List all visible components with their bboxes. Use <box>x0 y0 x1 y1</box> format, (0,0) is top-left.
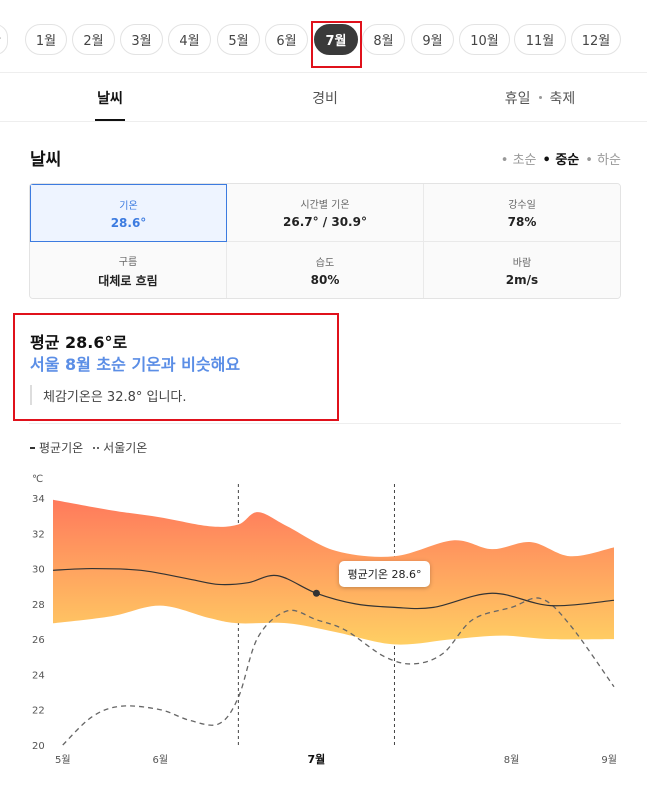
separator-dot-icon <box>538 96 542 99</box>
stat-value: 26.7° / 30.9° <box>283 215 367 229</box>
tab-holiday-festival[interactable]: 휴일 축제 <box>490 73 590 122</box>
x-tick-label: 8월 <box>504 754 520 766</box>
feels-like-text: 체감기온은 32.8° 입니다. <box>30 385 187 405</box>
month-chip-10[interactable]: 10월 <box>459 24 510 55</box>
period-early-label: 초순 <box>512 153 537 168</box>
temperature-chart: ℃ 34 32 30 28 26 24 22 20 5월 6월 7월 8월 9월 <box>32 474 617 766</box>
y-tick-label: 28 <box>32 600 45 611</box>
period-late-label: 하순 <box>597 153 621 168</box>
chart-legend: 평균기온 서울기온 <box>30 439 147 456</box>
month-selector: 간 1월 2월 3월 4월 5월 6월 7월 8월 9월 10월 11월 12월 <box>0 0 647 73</box>
stat-label: 습도 <box>315 258 335 269</box>
tab-cost[interactable]: 경비 <box>295 73 355 122</box>
average-temperature-tooltip: 평균기온 28.6° <box>339 561 430 587</box>
month-chip-2[interactable]: 2월 <box>72 24 115 55</box>
month-chip-6[interactable]: 6월 <box>265 24 308 55</box>
x-tick-label: 9월 <box>601 754 617 766</box>
comparison-text: 서울 8월 초순 기온과 비슷해요 <box>30 355 241 374</box>
tab-bar: 날씨 경비 휴일 축제 <box>0 73 647 122</box>
stat-temperature[interactable]: 기온 28.6° <box>30 184 227 242</box>
solid-line-icon <box>30 446 35 449</box>
month-chip-3[interactable]: 3월 <box>120 24 163 55</box>
section-divider <box>29 423 621 424</box>
stat-value: 대체로 흐림 <box>98 273 158 288</box>
stat-wind[interactable]: 바람 2m/s <box>424 242 620 298</box>
y-tick-label: 34 <box>32 494 45 505</box>
temperature-range-band <box>53 499 614 645</box>
tab-festival-label: 축제 <box>549 90 576 107</box>
month-chip-7[interactable]: 7월 <box>314 24 358 55</box>
y-tick-label: 30 <box>32 565 45 576</box>
y-tick-label: 20 <box>32 741 45 752</box>
stat-humidity[interactable]: 습도 80% <box>227 242 424 298</box>
stat-value: 80% <box>310 273 340 287</box>
y-tick-label: 24 <box>32 670 45 681</box>
legend-average-label: 평균기온 <box>39 441 84 455</box>
month-chip-5[interactable]: 5월 <box>217 24 260 55</box>
y-tick-label: 22 <box>32 706 45 717</box>
y-tick-label: 26 <box>32 635 45 646</box>
stat-clouds[interactable]: 구름 대체로 흐림 <box>30 242 227 298</box>
legend-seoul-label: 서울기온 <box>103 441 148 455</box>
tab-weather[interactable]: 날씨 <box>80 73 140 122</box>
tab-holiday-label: 휴일 <box>504 90 531 107</box>
average-temperature-text: 평균 28.6°로 <box>30 333 128 352</box>
stat-value: 28.6° <box>110 215 147 230</box>
month-chip-12[interactable]: 12월 <box>571 24 621 55</box>
stat-value: 2m/s <box>505 273 539 287</box>
y-axis-unit: ℃ <box>32 474 43 485</box>
period-early[interactable]: • 초순 <box>501 149 537 168</box>
period-mid-label: 중순 <box>555 153 580 168</box>
y-tick-label: 32 <box>32 529 45 540</box>
month-chip-prev-partial[interactable]: 간 <box>0 24 8 55</box>
highlight-point-marker <box>312 589 320 597</box>
month-chip-1[interactable]: 1월 <box>25 24 67 55</box>
stat-label: 강수일 <box>508 200 536 211</box>
stat-label: 시간별 기온 <box>300 200 350 211</box>
x-tick-label: 7월 <box>308 752 326 766</box>
month-chip-11[interactable]: 11월 <box>514 24 566 55</box>
month-chip-9[interactable]: 9월 <box>411 24 454 55</box>
month-chip-8[interactable]: 8월 <box>362 24 405 55</box>
legend-average: 평균기온 <box>30 439 83 456</box>
dashed-line-icon <box>93 446 100 449</box>
stat-label: 구름 <box>118 256 138 268</box>
tab-active-underline <box>95 119 125 121</box>
stat-label: 바람 <box>512 258 532 269</box>
stat-hourly-temperature[interactable]: 시간별 기온 26.7° / 30.9° <box>227 184 424 242</box>
weather-stats-grid: 기온 28.6° 시간별 기온 26.7° / 30.9° 강수일 78% 구름… <box>29 183 621 299</box>
month-chip-4[interactable]: 4월 <box>168 24 211 55</box>
period-late[interactable]: • 하순 <box>585 149 621 168</box>
legend-seoul: 서울기온 <box>93 439 147 456</box>
stat-value: 78% <box>507 215 537 229</box>
stat-label: 기온 <box>119 200 138 212</box>
x-tick-label: 5월 <box>55 754 71 766</box>
period-selector: • 초순 • 중순 • 하순 <box>501 149 621 168</box>
stat-rain-days[interactable]: 강수일 78% <box>424 184 620 242</box>
period-mid[interactable]: • 중순 <box>543 149 580 168</box>
x-tick-label: 6월 <box>153 754 169 766</box>
weather-section-title: 날씨 <box>30 150 62 170</box>
